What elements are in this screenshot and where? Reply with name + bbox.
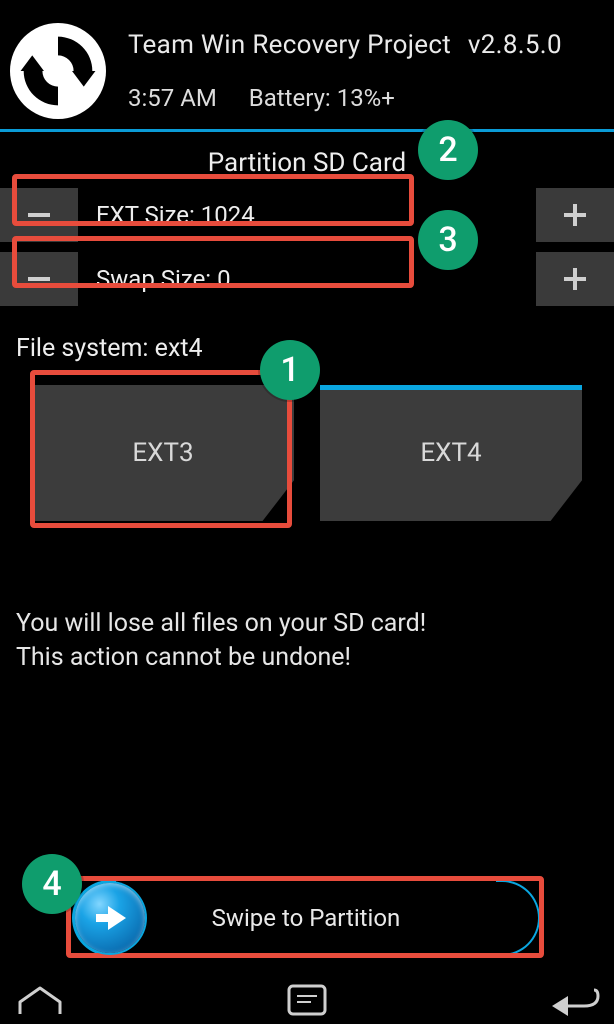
tab-ext3-label: EXT3	[132, 438, 193, 468]
tutorial-badge-1: 1	[260, 340, 320, 400]
clock: 3:57 AM	[128, 84, 217, 112]
home-icon	[14, 984, 66, 1016]
header: Team Win Recovery Project v2.8.5.0 3:57 …	[0, 0, 614, 132]
ext-size-plus-button[interactable]	[536, 188, 614, 242]
tutorial-badge-3: 3	[418, 210, 478, 270]
warning-line-1: You will lose all files on your SD card!	[0, 607, 614, 641]
arrow-right-icon	[88, 896, 132, 940]
terminal-icon	[287, 984, 327, 1016]
filesystem-tabs: EXT3 EXT4	[0, 385, 614, 521]
app-version: v2.8.5.0	[468, 30, 562, 60]
minus-icon	[22, 198, 56, 232]
plus-icon	[558, 198, 592, 232]
nav-home-button[interactable]	[14, 984, 66, 1016]
ext-size-stepper: EXT Size: 1024	[0, 188, 614, 242]
plus-icon	[558, 262, 592, 296]
back-icon	[548, 984, 600, 1016]
warning-block: You will lose all files on your SD card!…	[0, 607, 614, 675]
status-bar: 3:57 AM Battery: 13%+	[128, 84, 562, 112]
app-name: Team Win Recovery Project	[128, 30, 451, 60]
swipe-to-partition[interactable]: Swipe to Partition	[72, 880, 540, 956]
ext-size-minus-button[interactable]	[0, 188, 78, 242]
tab-ext4-label: EXT4	[420, 438, 481, 468]
tutorial-badge-2: 2	[418, 120, 478, 180]
tab-ext4[interactable]: EXT4	[320, 385, 582, 521]
swipe-knob[interactable]	[75, 883, 145, 953]
twrp-logo	[10, 23, 106, 119]
minus-icon	[22, 262, 56, 296]
battery-status: Battery: 13%+	[249, 84, 395, 112]
app-title: Team Win Recovery Project v2.8.5.0	[128, 30, 562, 60]
swap-size-minus-button[interactable]	[0, 252, 78, 306]
swap-size-plus-button[interactable]	[536, 252, 614, 306]
swap-size-stepper: Swap Size: 0	[0, 252, 614, 306]
page-title: Partition SD Card	[0, 148, 614, 178]
nav-terminal-button[interactable]	[287, 984, 327, 1016]
tab-ext3[interactable]: EXT3	[32, 385, 294, 521]
warning-line-2: This action cannot be undone!	[0, 641, 614, 675]
nav-back-button[interactable]	[548, 984, 600, 1016]
system-navbar	[0, 976, 614, 1024]
